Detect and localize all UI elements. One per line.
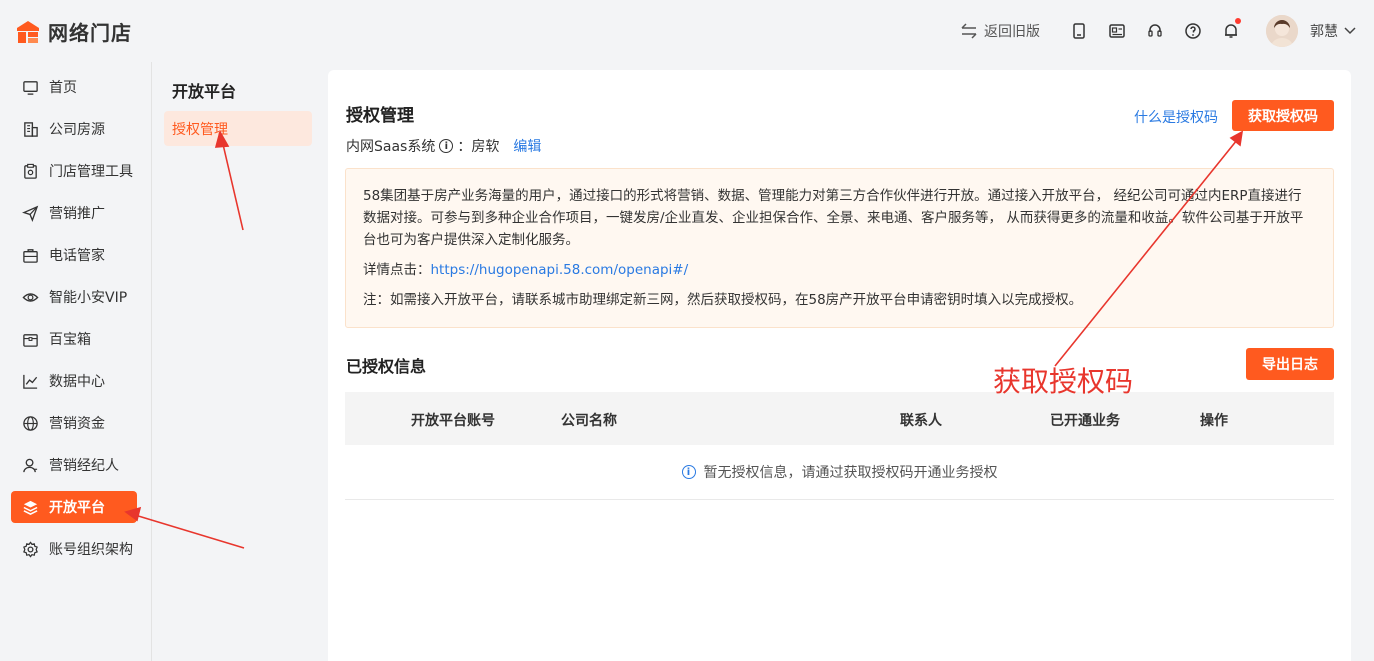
user-name: 郭慧	[1310, 24, 1338, 40]
sidebar-item-marketing-funds[interactable]: 营销资金	[11, 407, 137, 439]
column-header: 公司名称	[561, 413, 617, 429]
gear-icon	[23, 540, 38, 558]
sub-navigation: 开放平台 授权管理	[152, 62, 328, 661]
back-to-old-version-button[interactable]: 返回旧版	[960, 21, 1040, 41]
sidebar-item-smart-vip[interactable]: 智能小安VIP	[11, 281, 137, 313]
sidebar-item-label: 电话管家	[49, 248, 105, 264]
sidebar-item-phone-manager[interactable]: 电话管家	[11, 239, 137, 271]
column-header: 联系人	[900, 413, 942, 429]
column-header: 已开通业务	[1050, 413, 1120, 429]
sidebar-item-open-platform[interactable]: 开放平台	[11, 491, 137, 523]
id-card-icon	[1109, 24, 1125, 38]
sidebar-item-company-listings[interactable]: 公司房源	[11, 113, 137, 145]
sidebar-item-data-center[interactable]: 数据中心	[11, 365, 137, 397]
sidebar-item-label: 数据中心	[49, 374, 105, 390]
notice-detail: 详情点击：https://hugopenapi.58.com/openapi#/	[363, 259, 1315, 281]
sidebar-item-label: 营销推广	[49, 206, 105, 222]
top-bar: 网络门店 返回旧版 郭慧	[0, 0, 1374, 62]
page-title: 授权管理	[346, 106, 414, 126]
empty-state-row: i 暂无授权信息，请通过获取授权码开通业务授权	[345, 445, 1334, 500]
tablet-button[interactable]	[1068, 20, 1090, 42]
tablet-icon	[1073, 23, 1085, 39]
sidebar-item-label: 账号组织架构	[49, 542, 133, 558]
sidebar-item-label: 首页	[49, 80, 77, 96]
sidebar-item-label: 开放平台	[49, 500, 105, 516]
header-actions: 返回旧版 郭慧	[960, 14, 1356, 48]
openapi-link[interactable]: https://hugopenapi.58.com/openapi#/	[431, 262, 689, 278]
notification-dot	[1235, 18, 1241, 24]
system-info: 内网Saas系统 i ：房软 编辑	[346, 136, 541, 156]
column-header: 操作	[1200, 413, 1228, 429]
swap-arrows-icon	[961, 23, 977, 39]
export-log-button[interactable]: 导出日志	[1246, 348, 1334, 380]
clipboard-icon	[24, 163, 37, 179]
person-icon	[23, 458, 38, 472]
brand-logo[interactable]: 网络门店	[14, 17, 132, 46]
what-is-auth-code-link[interactable]: 什么是授权码	[1134, 107, 1218, 127]
subnav-title: 开放平台	[172, 82, 237, 101]
id-card-button[interactable]	[1106, 20, 1128, 42]
authorized-section-title: 已授权信息	[346, 357, 427, 376]
user-menu[interactable]: 郭慧	[1310, 21, 1356, 41]
notice-paragraph: 58集团基于房产业务海量的用户，通过接口的形式将营销、数据、管理能力对第三方合作…	[363, 188, 1304, 248]
empty-state-text: 暂无授权信息，请通过获取授权码开通业务授权	[703, 465, 998, 481]
eye-icon	[22, 292, 39, 302]
headset-icon	[1148, 24, 1162, 37]
notifications-button[interactable]	[1220, 18, 1242, 42]
layers-icon	[23, 500, 38, 515]
sidebar-item-store-tools[interactable]: 门店管理工具	[11, 155, 137, 187]
sidebar-item-label: 门店管理工具	[49, 164, 133, 180]
column-header: 开放平台账号	[411, 413, 495, 429]
subnav-item-auth-management[interactable]: 授权管理	[164, 111, 312, 146]
sidebar-item-label: 公司房源	[49, 122, 105, 138]
sidebar-item-account-org[interactable]: 账号组织架构	[11, 533, 137, 565]
notice-note: 注：如需接入开放平台，请联系城市助理绑定新三网，然后获取授权码，在58房产开放平…	[363, 292, 1083, 308]
help-icon	[1185, 23, 1201, 39]
back-old-label: 返回旧版	[984, 24, 1040, 40]
avatar[interactable]	[1266, 15, 1298, 47]
chevron-down-icon	[1344, 27, 1356, 35]
sidebar-item-marketing-agents[interactable]: 营销经纪人	[11, 449, 137, 481]
sidebar-item-home[interactable]: 首页	[11, 71, 137, 103]
edit-link[interactable]: 编辑	[513, 136, 541, 156]
open-platform-notice: 58集团基于房产业务海量的用户，通过接口的形式将营销、数据、管理能力对第三方合作…	[345, 168, 1334, 328]
system-value: ：房软	[457, 139, 500, 155]
info-icon: i	[681, 465, 696, 479]
send-icon	[22, 205, 39, 222]
sidebar-item-label: 智能小安VIP	[49, 290, 128, 306]
info-icon[interactable]: i	[439, 139, 454, 153]
table-header: 开放平台账号 公司名称 联系人 已开通业务 操作	[345, 392, 1334, 445]
chart-icon	[23, 374, 38, 389]
help-button[interactable]	[1182, 20, 1204, 42]
sidebar: 首页 公司房源 门店管理工具 营销推广 电话管家 智能小安VIP 百宝箱 数据中…	[0, 62, 150, 661]
briefcase-icon	[23, 248, 38, 263]
store-logo-icon	[17, 20, 39, 43]
sidebar-item-label: 营销资金	[49, 416, 105, 432]
sidebar-item-marketing[interactable]: 营销推广	[11, 197, 137, 229]
avatar-image	[1266, 15, 1298, 47]
main-content-card: 授权管理 什么是授权码 获取授权码 内网Saas系统 i ：房软 编辑 58集团…	[328, 70, 1351, 661]
annotation-label: 获取授权码	[993, 365, 1134, 398]
monitor-icon	[23, 80, 38, 95]
bell-icon	[1225, 24, 1237, 38]
brand-name: 网络门店	[48, 21, 132, 45]
globe-icon	[23, 415, 38, 431]
box-icon	[23, 333, 38, 347]
get-auth-code-button[interactable]: 获取授权码	[1232, 100, 1334, 131]
sidebar-item-label: 百宝箱	[49, 332, 91, 348]
sidebar-item-toolbox[interactable]: 百宝箱	[11, 323, 137, 355]
system-label: 内网Saas系统	[346, 139, 436, 155]
customer-service-button[interactable]	[1144, 20, 1166, 42]
sidebar-item-label: 营销经纪人	[49, 458, 119, 474]
detail-label: 详情点击：	[363, 262, 431, 278]
building-icon	[24, 121, 38, 137]
